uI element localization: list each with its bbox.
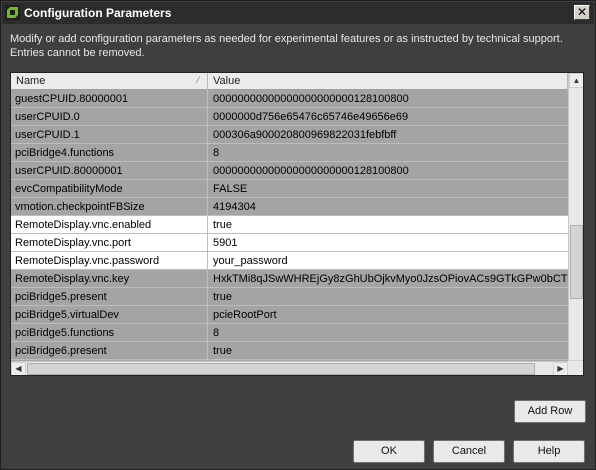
table-row[interactable]: pciBridge5.functions 8 bbox=[11, 324, 568, 342]
arrow-up-icon: ▲ bbox=[572, 76, 581, 85]
table-header: Name ⁄ Value bbox=[11, 73, 568, 90]
horizontal-scrollbar[interactable]: ◀ ▶ bbox=[11, 361, 568, 375]
help-button[interactable]: Help bbox=[513, 440, 585, 463]
row-value-cell[interactable]: your_password bbox=[208, 252, 568, 269]
row-name-cell[interactable]: pciBridge5.present bbox=[11, 288, 208, 305]
arrow-left-icon: ◀ bbox=[15, 364, 22, 373]
row-name-cell[interactable]: guestCPUID.80000001 bbox=[11, 90, 208, 107]
table-row[interactable]: RemoteDisplay.vnc.password your_password bbox=[11, 252, 568, 270]
table-row[interactable]: vmotion.checkpointFBSize 4194304 bbox=[11, 198, 568, 216]
column-header-value-label: Value bbox=[213, 75, 241, 87]
row-name-cell[interactable]: vmotion.checkpointFBSize bbox=[11, 198, 208, 215]
row-name-cell[interactable]: userCPUID.0 bbox=[11, 108, 208, 125]
table-body: guestCPUID.80000001 000000000000000000000… bbox=[11, 90, 568, 375]
table-row[interactable]: pciBridge4.functions 8 bbox=[11, 144, 568, 162]
row-value-cell[interactable]: HxkTMi8qJSwWHREjGy8zGhUbOjkvMyo0JzsOPiov… bbox=[208, 270, 568, 287]
row-value-cell[interactable]: true bbox=[208, 342, 568, 359]
vertical-scroll-thumb[interactable] bbox=[570, 225, 583, 299]
scroll-right-button[interactable]: ▶ bbox=[553, 362, 568, 375]
horizontal-scroll-thumb[interactable] bbox=[27, 363, 535, 375]
table-row[interactable]: pciBridge5.virtualDev pcieRootPort bbox=[11, 306, 568, 324]
row-value-cell[interactable]: true bbox=[208, 216, 568, 233]
row-value-cell[interactable]: 000306a900020800969822031febfbff bbox=[208, 126, 568, 143]
row-value-cell[interactable]: pcieRootPort bbox=[208, 306, 568, 323]
scrollbar-corner bbox=[568, 361, 583, 375]
scroll-left-button[interactable]: ◀ bbox=[11, 362, 26, 375]
table-row[interactable]: RemoteDisplay.vnc.key HxkTMi8qJSwWHREjGy8… bbox=[11, 270, 568, 288]
table-row[interactable]: RemoteDisplay.vnc.enabled true bbox=[11, 216, 568, 234]
row-name-cell[interactable]: RemoteDisplay.vnc.enabled bbox=[11, 216, 208, 233]
row-value-cell[interactable]: true bbox=[208, 288, 568, 305]
row-value-cell[interactable]: 00000000000000000000000128100800 bbox=[208, 162, 568, 179]
row-name-cell[interactable]: RemoteDisplay.vnc.port bbox=[11, 234, 208, 251]
config-parameters-dialog: Configuration Parameters ✕ Modify or add… bbox=[0, 0, 596, 470]
table-row[interactable]: pciBridge5.present true bbox=[11, 288, 568, 306]
table-row[interactable]: userCPUID.1 000306a900020800969822031febf… bbox=[11, 126, 568, 144]
table-row[interactable]: RemoteDisplay.vnc.port 5901 bbox=[11, 234, 568, 252]
row-value-cell[interactable]: 0000000d756e65476c65746e49656e69 bbox=[208, 108, 568, 125]
arrow-right-icon: ▶ bbox=[557, 364, 564, 373]
row-value-cell[interactable]: 5901 bbox=[208, 234, 568, 251]
table-row[interactable]: userCPUID.80000001 0000000000000000000000… bbox=[11, 162, 568, 180]
row-value-cell[interactable]: FALSE bbox=[208, 180, 568, 197]
row-value-cell[interactable]: 8 bbox=[208, 324, 568, 341]
row-name-cell[interactable]: userCPUID.1 bbox=[11, 126, 208, 143]
dialog-description: Modify or add configuration parameters a… bbox=[10, 33, 563, 59]
row-name-cell[interactable]: evcCompatibilityMode bbox=[11, 180, 208, 197]
cancel-button[interactable]: Cancel bbox=[433, 440, 505, 463]
row-value-cell[interactable]: 00000000000000000000000128100800 bbox=[208, 90, 568, 107]
row-name-cell[interactable]: RemoteDisplay.vnc.key bbox=[11, 270, 208, 287]
ok-button[interactable]: OK bbox=[353, 440, 425, 463]
close-icon: ✕ bbox=[576, 5, 588, 19]
column-header-name-label: Name bbox=[16, 75, 46, 87]
vertical-scrollbar[interactable]: ▲ ▼ bbox=[568, 73, 583, 375]
table-row[interactable]: userCPUID.0 0000000d756e65476c65746e49656… bbox=[11, 108, 568, 126]
sort-indicator-icon: ⁄ bbox=[197, 75, 199, 85]
table-row[interactable]: pciBridge6.present true bbox=[11, 342, 568, 360]
row-name-cell[interactable]: pciBridge5.functions bbox=[11, 324, 208, 341]
row-name-cell[interactable]: RemoteDisplay.vnc.password bbox=[11, 252, 208, 269]
row-name-cell[interactable]: pciBridge4.functions bbox=[11, 144, 208, 161]
row-name-cell[interactable]: pciBridge6.present bbox=[11, 342, 208, 359]
parameters-table: Name ⁄ Value guestCPUID.80000001 00000000… bbox=[10, 72, 584, 376]
vsphere-app-icon bbox=[5, 5, 20, 20]
column-header-value[interactable]: Value bbox=[208, 73, 568, 90]
row-value-cell[interactable]: 4194304 bbox=[208, 198, 568, 215]
add-row-button[interactable]: Add Row bbox=[514, 400, 586, 423]
row-value-cell[interactable]: 8 bbox=[208, 144, 568, 161]
table-row[interactable]: guestCPUID.80000001 000000000000000000000… bbox=[11, 90, 568, 108]
row-name-cell[interactable]: userCPUID.80000001 bbox=[11, 162, 208, 179]
row-name-cell[interactable]: pciBridge5.virtualDev bbox=[11, 306, 208, 323]
close-button[interactable]: ✕ bbox=[574, 5, 590, 20]
window-title: Configuration Parameters bbox=[24, 6, 172, 20]
scroll-up-button[interactable]: ▲ bbox=[569, 73, 583, 88]
table-row[interactable]: evcCompatibilityMode FALSE bbox=[11, 180, 568, 198]
column-header-name[interactable]: Name ⁄ bbox=[11, 73, 208, 90]
title-bar[interactable]: Configuration Parameters ✕ bbox=[2, 2, 594, 24]
